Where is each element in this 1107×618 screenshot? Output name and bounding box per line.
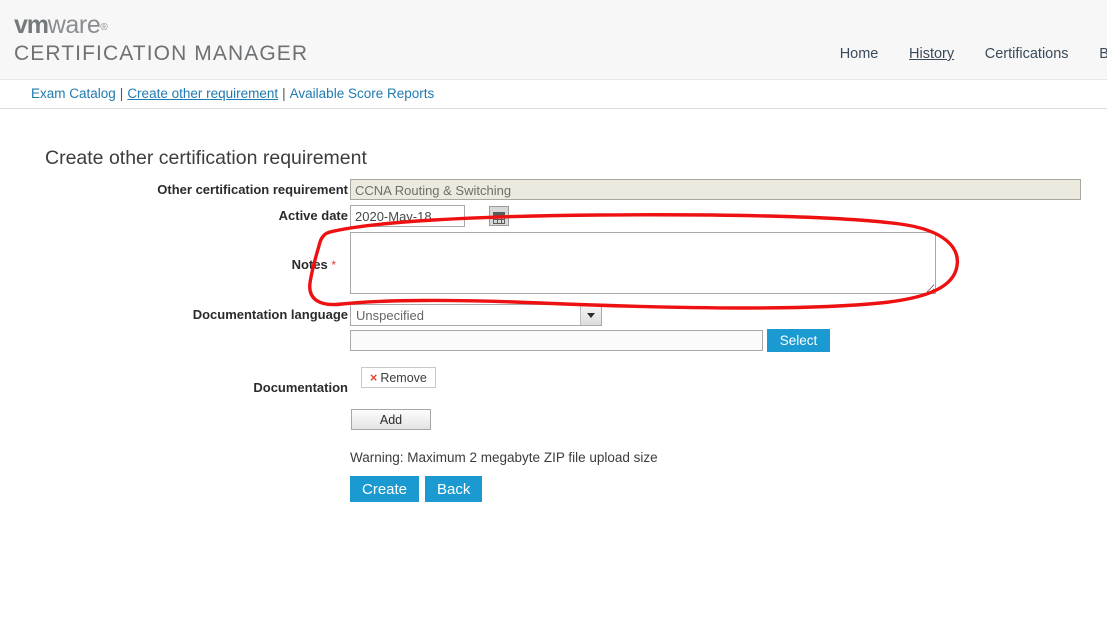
top-navigation: Home History Certifications Ben (813, 46, 1107, 62)
vmware-wordmark-ware: ware (47, 11, 101, 39)
breadcrumb-item-exam-catalog[interactable]: Exam Catalog (31, 86, 116, 101)
documentation-path-input[interactable] (350, 330, 763, 351)
select-file-button[interactable]: Select (767, 329, 830, 352)
upload-size-warning: Warning: Maximum 2 megabyte ZIP file upl… (350, 450, 658, 465)
breadcrumb-separator: | (119, 86, 124, 101)
create-button[interactable]: Create (350, 476, 420, 502)
nav-item-certifications[interactable]: Certifications (985, 46, 1069, 62)
label-notes: Notes * (188, 257, 336, 272)
notes-textarea[interactable] (350, 232, 936, 294)
vmware-wordmark-vm: vm (14, 11, 49, 39)
label-documentation: Documentation (253, 380, 348, 395)
label-active-date: Active date (278, 208, 348, 223)
breadcrumb-item-create-other-requirement[interactable]: Create other requirement (127, 86, 278, 101)
vmware-wordmark: vmware® (14, 12, 308, 39)
calendar-icon (493, 211, 505, 224)
active-date-input[interactable] (350, 205, 465, 227)
breadcrumb-separator: | (282, 86, 286, 101)
breadcrumb-item-available-score-reports[interactable]: Available Score Reports (290, 86, 435, 101)
nav-item-user-account[interactable]: Ben (1099, 46, 1107, 62)
chevron-down-icon[interactable] (580, 305, 601, 325)
other-certification-requirement-field: CCNA Routing & Switching (350, 179, 1081, 200)
add-documentation-button[interactable]: Add (351, 409, 431, 430)
breadcrumb-bar: Exam Catalog | Create other requirement | Av… (0, 80, 1107, 109)
breadcrumb: Exam Catalog | Create other requirement | Av… (31, 86, 434, 101)
close-icon: × (370, 370, 378, 385)
documentation-language-select[interactable]: Unspecified (350, 304, 602, 326)
remove-documentation-button[interactable]: × Remove (361, 367, 436, 388)
remove-button-label: Remove (380, 370, 427, 385)
nav-item-history[interactable]: History (909, 46, 954, 62)
documentation-language-selected-value: Unspecified (356, 308, 424, 323)
label-notes-text: Notes (291, 257, 328, 272)
required-marker: * (331, 258, 336, 272)
brand-logo: vmware® CERTIFICATION MANAGER (14, 12, 308, 67)
page-title: Create other certification requirement (45, 147, 367, 169)
nav-item-home[interactable]: Home (840, 46, 879, 62)
registered-trademark-icon: ® (100, 22, 108, 33)
site-header: vmware® CERTIFICATION MANAGER Home Histo… (0, 0, 1107, 80)
label-documentation-language: Documentation language (192, 307, 348, 322)
product-name: CERTIFICATION MANAGER (14, 42, 309, 65)
label-other-certification-requirement: Other certification requirement (157, 182, 348, 197)
back-button[interactable]: Back (425, 476, 483, 502)
calendar-picker-button[interactable] (489, 206, 509, 226)
